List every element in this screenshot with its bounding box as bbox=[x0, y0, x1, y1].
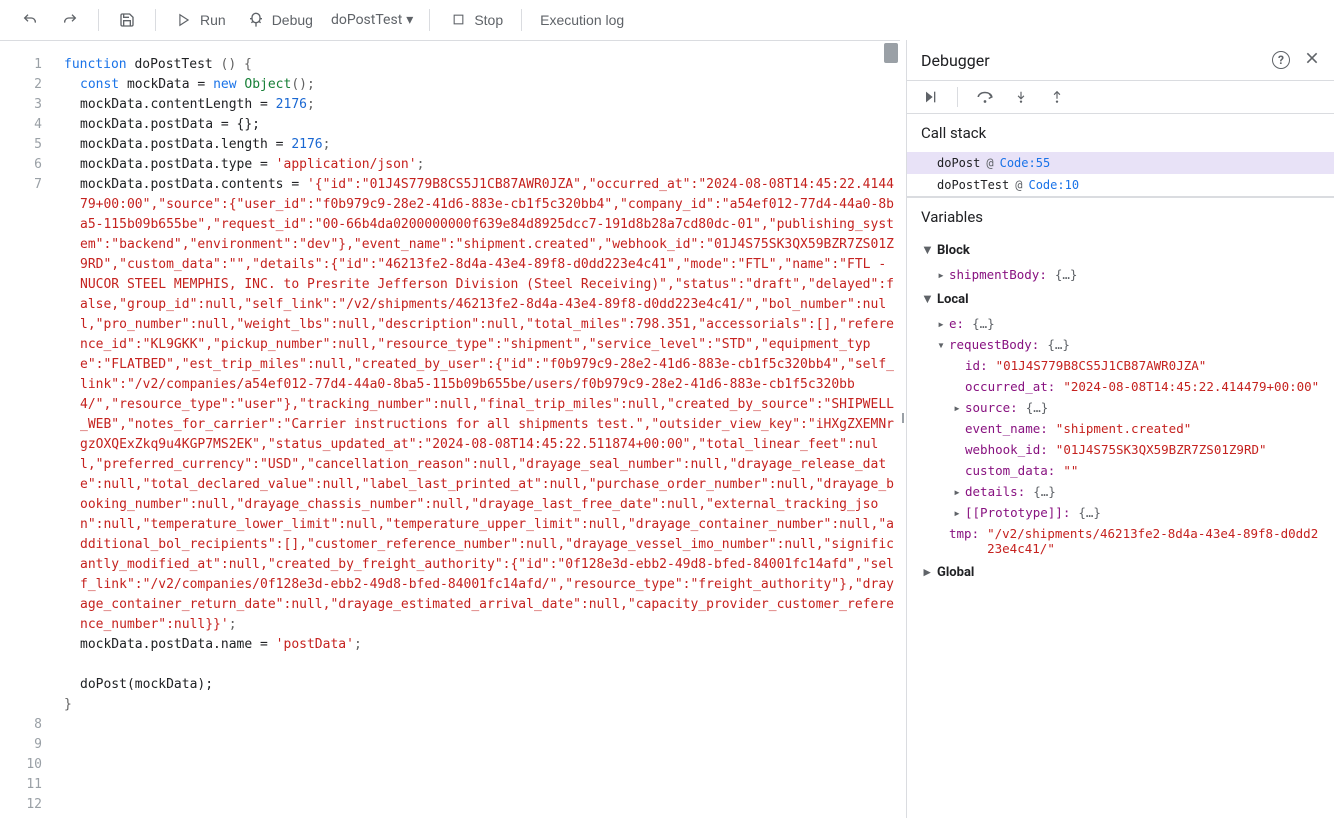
step-into-icon[interactable] bbox=[1012, 88, 1030, 106]
stop-label: Stop bbox=[474, 12, 503, 28]
chevron-down-icon: ▾ bbox=[406, 12, 413, 28]
scope-block[interactable]: ▼Block bbox=[907, 236, 1334, 264]
redo-button[interactable] bbox=[52, 4, 88, 36]
save-icon bbox=[117, 10, 137, 30]
run-button[interactable]: Run bbox=[166, 4, 234, 36]
debug-label: Debug bbox=[272, 12, 313, 28]
stop-button[interactable]: Stop bbox=[440, 4, 511, 36]
debugger-title: Debugger bbox=[921, 51, 990, 70]
callstack-row[interactable]: doPostTest@Code:10 bbox=[907, 174, 1334, 196]
callstack-row[interactable]: doPost@Code:55 bbox=[907, 152, 1334, 174]
var-webhook-id[interactable]: webhook_id"01J4S75SK3QX59BZR7ZS01Z9RD" bbox=[907, 439, 1334, 460]
debug-icon bbox=[246, 10, 266, 30]
toolbar: Run Debug doPostTest▾ Stop Execution log bbox=[0, 0, 1334, 40]
var-requestBody[interactable]: ▾requestBody{…} bbox=[907, 334, 1334, 355]
stop-icon bbox=[448, 10, 468, 30]
var-shipmentBody[interactable]: ▸shipmentBody{…} bbox=[907, 264, 1334, 285]
caret-right-icon: ▸ bbox=[921, 565, 933, 580]
variables-title: Variables bbox=[907, 197, 1334, 236]
var-source[interactable]: ▸source{…} bbox=[907, 397, 1334, 418]
code-editor[interactable]: 1234567 89101112 function doPostTest () … bbox=[0, 40, 900, 818]
scope-global[interactable]: ▸Global bbox=[907, 559, 1334, 586]
execution-log-button[interactable]: Execution log bbox=[532, 6, 632, 34]
caret-right-icon: ▸ bbox=[935, 267, 947, 282]
var-custom-data[interactable]: custom_data"" bbox=[907, 460, 1334, 481]
save-button[interactable] bbox=[109, 4, 145, 36]
var-tmp[interactable]: tmp"/v2/shipments/46213fe2-8d4a-43e4-89f… bbox=[907, 523, 1334, 559]
function-name: doPostTest bbox=[331, 12, 402, 28]
scope-local[interactable]: ▼Local bbox=[907, 285, 1334, 313]
code-area[interactable]: function doPostTest () {const mockData =… bbox=[60, 41, 900, 818]
caret-down-icon: ▼ bbox=[921, 242, 933, 258]
resume-icon[interactable] bbox=[921, 88, 939, 106]
undo-button[interactable] bbox=[12, 4, 48, 36]
callstack-title: Call stack bbox=[907, 114, 1334, 152]
caret-down-icon: ▾ bbox=[935, 337, 947, 352]
close-icon[interactable] bbox=[1304, 50, 1320, 70]
caret-right-icon: ▸ bbox=[951, 400, 963, 415]
step-over-icon[interactable] bbox=[976, 88, 994, 106]
var-e[interactable]: ▸e{…} bbox=[907, 313, 1334, 334]
debugger-controls bbox=[907, 80, 1334, 114]
toolbar-separator bbox=[521, 9, 522, 31]
line-gutter: 1234567 89101112 bbox=[0, 41, 60, 818]
redo-icon bbox=[60, 10, 80, 30]
variables-tree[interactable]: ▼Block ▸shipmentBody{…} ▼Local ▸e{…} ▾re… bbox=[907, 236, 1334, 818]
caret-right-icon: ▸ bbox=[951, 484, 963, 499]
toolbar-separator bbox=[155, 9, 156, 31]
toolbar-separator bbox=[98, 9, 99, 31]
var-occurred-at[interactable]: occurred_at"2024-08-08T14:45:22.414479+0… bbox=[907, 376, 1334, 397]
function-select[interactable]: doPostTest▾ bbox=[325, 8, 419, 32]
minimap-scrollbar[interactable] bbox=[884, 43, 898, 63]
var-details[interactable]: ▸details{…} bbox=[907, 481, 1334, 502]
vertical-splitter[interactable] bbox=[900, 40, 906, 818]
run-label: Run bbox=[200, 12, 226, 28]
var-prototype[interactable]: ▸[[Prototype]]{…} bbox=[907, 502, 1334, 523]
help-icon[interactable]: ? bbox=[1272, 51, 1290, 69]
play-icon bbox=[174, 10, 194, 30]
execution-log-label: Execution log bbox=[540, 12, 624, 28]
caret-right-icon: ▸ bbox=[951, 505, 963, 520]
step-out-icon[interactable] bbox=[1048, 88, 1066, 106]
var-event-name[interactable]: event_name"shipment.created" bbox=[907, 418, 1334, 439]
toolbar-separator bbox=[429, 9, 430, 31]
var-id[interactable]: id"01J4S779B8CS5J1CB87AWR0JZA" bbox=[907, 355, 1334, 376]
caret-down-icon: ▼ bbox=[921, 291, 933, 307]
debugger-panel: Debugger ? Call stack doPost@Code:55 doP… bbox=[906, 40, 1334, 818]
caret-right-icon: ▸ bbox=[935, 316, 947, 331]
control-separator bbox=[957, 87, 958, 107]
debug-button[interactable]: Debug bbox=[238, 4, 321, 36]
undo-icon bbox=[20, 10, 40, 30]
